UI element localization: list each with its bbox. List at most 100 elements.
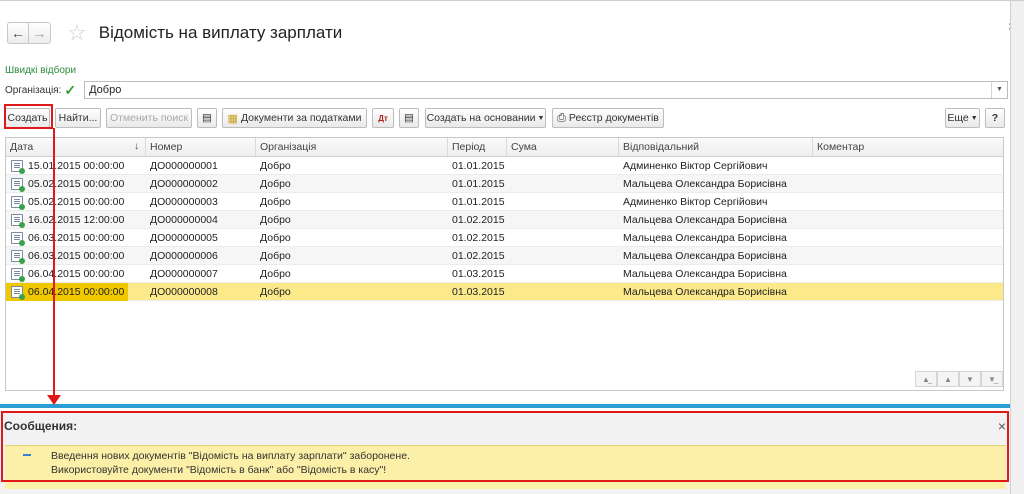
- column-header-sum[interactable]: Сума: [507, 138, 619, 156]
- back-arrow-icon[interactable]: ←: [7, 22, 29, 44]
- find-button[interactable]: Найти...: [55, 108, 101, 128]
- posted-document-icon: [11, 196, 25, 210]
- table-row[interactable]: 06.03.2015 00:00:00 ДО000000006 Добро 01.02…: [6, 247, 1003, 265]
- period-cell: 01.02.2015: [452, 214, 505, 226]
- favorite-star-icon[interactable]: ☆: [67, 22, 87, 44]
- responsible-cell: Мальцева Олександра Борисівна: [623, 232, 787, 244]
- table-row[interactable]: 16.02.2015 12:00:00 ДО000000004 Добро 01.02…: [6, 211, 1003, 229]
- table-row[interactable]: 05.02.2015 00:00:00 ДО000000002 Добро 01.01…: [6, 175, 1003, 193]
- organization-cell: Добро: [260, 286, 291, 298]
- create-based-on-button[interactable]: Создать на основании ▼: [425, 108, 546, 128]
- window-edge: [1010, 1, 1024, 494]
- period-cell: 01.01.2015: [452, 196, 505, 208]
- column-header-comment[interactable]: Коментар: [813, 138, 1003, 156]
- organization-cell: Добро: [260, 232, 291, 244]
- number-cell: ДО000000002: [150, 178, 218, 190]
- table-navigation: ▲̲ ▲ ▼ ▼̲: [915, 371, 1003, 387]
- posted-document-icon: [11, 160, 25, 174]
- comment-cell: [813, 211, 1003, 229]
- period-cell: 01.01.2015: [452, 178, 505, 190]
- forward-arrow-icon[interactable]: →: [29, 22, 51, 44]
- responsible-cell: Мальцева Олександра Борисівна: [623, 268, 787, 280]
- column-header-organization[interactable]: Організація: [256, 138, 448, 156]
- posted-document-icon: [11, 268, 25, 282]
- organization-label: Організація:: [5, 84, 62, 96]
- organization-cell: Добро: [260, 250, 291, 262]
- number-cell: ДО000000003: [150, 196, 218, 208]
- number-cell: ДО000000007: [150, 268, 218, 280]
- comment-cell: [813, 157, 1003, 175]
- command-bar: Создать Найти... Отменить поиск ▤ ▦ Доку…: [5, 108, 1008, 129]
- organization-field[interactable]: Добро ▼: [84, 81, 1008, 99]
- scroll-top-icon[interactable]: ▲̲: [915, 371, 937, 387]
- table-row[interactable]: 06.04.2015 00:00:00 ДО000000007 Добро 01.03…: [6, 265, 1003, 283]
- quick-filters-label: Швидкі відбори: [5, 65, 77, 76]
- message-marker-icon: [23, 454, 31, 456]
- document-register-label: Реєстр документів: [568, 112, 659, 124]
- responsible-cell: Админенко Віктор Сергійович: [623, 160, 768, 172]
- create-button[interactable]: Создать: [5, 108, 50, 128]
- sum-cell: [507, 265, 619, 283]
- column-header-period[interactable]: Період: [448, 138, 507, 156]
- organization-cell: Добро: [260, 178, 291, 190]
- sum-cell: [507, 247, 619, 265]
- sum-cell: [507, 283, 619, 301]
- organization-cell: Добро: [260, 196, 291, 208]
- close-icon[interactable]: ×: [998, 419, 1006, 433]
- period-cell: 01.03.2015: [452, 286, 505, 298]
- scroll-down-icon[interactable]: ▼: [959, 371, 981, 387]
- column-header-number[interactable]: Номер: [146, 138, 256, 156]
- message-line-2: Використовуйте документи "Відомість в ба…: [51, 464, 387, 476]
- sum-cell: [507, 229, 619, 247]
- responsible-cell: Мальцева Олександра Борисівна: [623, 286, 787, 298]
- comment-cell: [813, 283, 1003, 301]
- message-item[interactable]: Введення нових документів "Відомість на …: [5, 445, 1006, 489]
- column-header-date[interactable]: Дата ↓: [6, 138, 146, 156]
- list-settings-icon[interactable]: ▤: [197, 108, 217, 128]
- chevron-down-icon: ▼: [537, 114, 545, 122]
- filter-checkbox-icon[interactable]: ✓: [64, 83, 76, 97]
- comment-cell: [813, 247, 1003, 265]
- number-cell: ДО000000001: [150, 160, 218, 172]
- posted-document-icon: [11, 286, 25, 300]
- help-button[interactable]: ?: [985, 108, 1005, 128]
- table-header: Дата ↓ Номер Організація Період Сума Від…: [6, 138, 1003, 157]
- column-header-responsible[interactable]: Відповідальний: [619, 138, 813, 156]
- more-label: Еще: [947, 112, 969, 124]
- table-row[interactable]: 06.03.2015 00:00:00 ДО000000005 Добро 01.02…: [6, 229, 1003, 247]
- chevron-down-icon: ▼: [970, 114, 978, 122]
- dropdown-arrow-icon[interactable]: ▼: [991, 82, 1007, 98]
- debit-credit-icon[interactable]: Дт: [372, 108, 394, 128]
- window-header: ← → ☆ Відомість на виплату зарплати: [7, 21, 342, 45]
- messages-title: Сообщения:: [4, 419, 78, 433]
- cancel-search-button[interactable]: Отменить поиск: [106, 108, 192, 128]
- scroll-bottom-icon[interactable]: ▼̲: [981, 371, 1003, 387]
- table-body: 15.01.2015 00:00:00 ДО000000001 Добро 01.01…: [6, 157, 1003, 301]
- responsible-cell: Мальцева Олександра Борисівна: [623, 250, 787, 262]
- organization-cell: Добро: [260, 214, 291, 226]
- create-based-on-label: Создать на основании: [426, 112, 536, 124]
- period-cell: 01.02.2015: [452, 232, 505, 244]
- tax-documents-label: Документи за податками: [240, 112, 362, 124]
- table-row[interactable]: 15.01.2015 00:00:00 ДО000000001 Добро 01.01…: [6, 157, 1003, 175]
- table-row[interactable]: 05.02.2015 00:00:00 ДО000000003 Добро 01.01…: [6, 193, 1003, 211]
- period-cell: 01.01.2015: [452, 160, 505, 172]
- responsible-cell: Мальцева Олександра Борисівна: [623, 214, 787, 226]
- page-title: Відомість на виплату зарплати: [98, 23, 343, 42]
- document-register-button[interactable]: ⎙ Реєстр документів: [552, 108, 664, 128]
- documents-table: Дата ↓ Номер Організація Період Сума Від…: [5, 137, 1004, 391]
- sum-cell: [507, 193, 619, 211]
- table-row[interactable]: 06.04.2015 00:00:00 ДО000000008 Добро 01.03…: [6, 283, 1003, 301]
- more-button[interactable]: Еще ▼: [945, 108, 980, 128]
- period-cell: 01.03.2015: [452, 268, 505, 280]
- posted-document-icon: [11, 214, 25, 228]
- annotation-arrow-line: [53, 128, 55, 398]
- organization-cell: Добро: [260, 268, 291, 280]
- scroll-up-icon[interactable]: ▲: [937, 371, 959, 387]
- comment-cell: [813, 265, 1003, 283]
- tax-documents-button[interactable]: ▦ Документи за податками: [222, 108, 367, 128]
- organization-filter: Організація: ✓ Добро ▼: [5, 81, 1008, 99]
- report-icon[interactable]: ▤: [399, 108, 419, 128]
- number-cell: ДО000000008: [150, 286, 218, 298]
- documents-icon: ▦: [227, 112, 238, 125]
